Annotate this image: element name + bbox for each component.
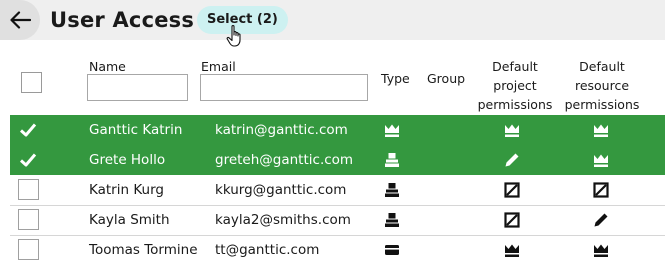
- crown-icon: [505, 124, 519, 137]
- user-email: greteh@ganttic.com: [215, 152, 354, 168]
- column-header-default-project-permissions: Default project permissions: [477, 59, 553, 112]
- user-email: kkurg@ganttic.com: [215, 182, 347, 198]
- row-checkbox[interactable]: [18, 239, 39, 260]
- user-icon: [385, 213, 399, 227]
- no-access-icon: [504, 212, 520, 228]
- card-icon: [385, 245, 399, 255]
- table-row[interactable]: Grete Hollo greteh@ganttic.com: [10, 145, 665, 175]
- column-header-default-resource-permissions: Default resource permissions: [564, 59, 640, 112]
- pencil-icon: [594, 213, 608, 227]
- table-row[interactable]: Ganttic Katrin katrin@ganttic.com: [10, 115, 665, 145]
- table-row[interactable]: Katrin Kurg kkurg@ganttic.com: [10, 175, 665, 205]
- pencil-icon: [505, 153, 519, 167]
- column-header-name: Name: [89, 59, 126, 74]
- select-all-checkbox[interactable]: [21, 72, 42, 93]
- crown-icon: [385, 124, 399, 137]
- column-header-email: Email: [201, 59, 236, 74]
- page-title: User Access: [50, 8, 195, 32]
- crown-icon: [505, 244, 519, 257]
- user-email: tt@ganttic.com: [215, 242, 320, 258]
- checkmark-icon: [19, 123, 37, 137]
- user-email: kayla2@smiths.com: [215, 212, 351, 228]
- arrow-left-icon: [10, 11, 31, 29]
- crown-icon: [594, 124, 608, 137]
- back-button[interactable]: [0, 0, 40, 40]
- column-header-group: Group: [427, 71, 466, 86]
- checkmark-icon: [19, 153, 37, 167]
- row-checkbox[interactable]: [18, 209, 39, 230]
- hand-cursor-icon: [226, 24, 241, 47]
- email-filter-input[interactable]: [200, 74, 368, 101]
- user-name: Kayla Smith: [89, 212, 170, 228]
- crown-icon: [594, 154, 608, 167]
- no-access-icon: [593, 182, 609, 198]
- user-icon: [385, 183, 399, 197]
- name-filter-input[interactable]: [87, 74, 188, 101]
- user-icon: [385, 153, 399, 167]
- no-access-icon: [504, 182, 520, 198]
- user-name: Toomas Tormine: [89, 242, 198, 258]
- table-row[interactable]: Kayla Smith kayla2@smiths.com: [10, 205, 665, 235]
- user-email: katrin@ganttic.com: [215, 122, 348, 138]
- crown-icon: [594, 244, 608, 257]
- table-row[interactable]: Toomas Tormine tt@ganttic.com: [10, 235, 665, 265]
- top-bar: User Access Select (2): [0, 0, 665, 47]
- column-header-type: Type: [381, 71, 410, 86]
- user-name: Grete Hollo: [89, 152, 166, 168]
- row-checkbox[interactable]: [18, 179, 39, 200]
- user-name: Ganttic Katrin: [89, 122, 183, 138]
- user-name: Katrin Kurg: [89, 182, 164, 198]
